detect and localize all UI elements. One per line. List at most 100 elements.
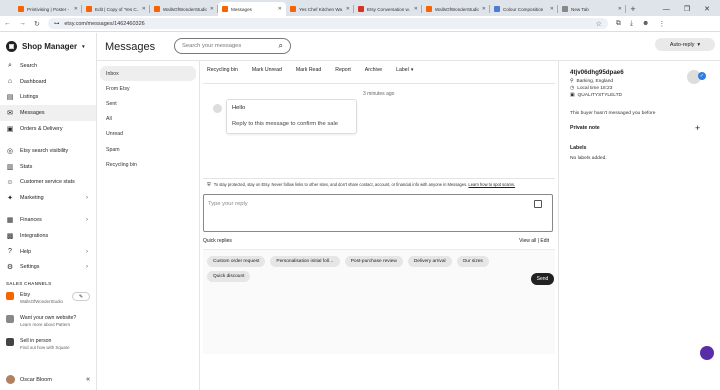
tab-close-icon[interactable]: ✕ [618, 6, 622, 12]
folder-recycling-bin[interactable]: Recycling bin [100, 157, 196, 172]
archive-button[interactable]: Archive [365, 67, 382, 73]
edit-pencil-icon[interactable]: ✎ [72, 292, 90, 302]
address-bar[interactable]: ⊶ etsy.com/messages/1462460326 ☆ [47, 18, 608, 29]
tab-close-icon[interactable]: ✕ [210, 6, 214, 12]
folder-spam[interactable]: Spam [100, 142, 196, 157]
settings-icon: ⚙ [6, 264, 14, 272]
sales-channels-label: SALES CHANNELS [6, 281, 52, 287]
sales-channel-item[interactable]: Want your own website? Learn more about P… [0, 312, 96, 330]
sidebar-item-integrations[interactable]: ▩ Integrations [0, 228, 96, 244]
folder-all[interactable]: All [100, 112, 196, 127]
back-icon[interactable]: ← [4, 20, 11, 27]
mark-read-button[interactable]: Mark Read [296, 67, 321, 73]
brand-label: Shop Manager [22, 42, 78, 51]
shop-manager-header[interactable]: ▣ Shop Manager ▾ [0, 33, 96, 58]
reply-textarea[interactable]: Type your reply [203, 194, 553, 232]
sidebar-item-etsy-search-visibility[interactable]: ◎ Etsy search visibility [0, 143, 96, 159]
site-info-icon[interactable]: ⊶ [54, 21, 60, 27]
channel-subtitle: WallsOfWonderStudio [20, 298, 63, 304]
view-all-edit-link[interactable]: View all | Edit [519, 238, 549, 244]
folder-from-etsy[interactable]: From Etsy [100, 81, 196, 96]
add-private-note-icon[interactable]: + [695, 123, 700, 133]
chevron-right-icon: › [86, 248, 88, 255]
shop-name-text[interactable]: QUALITYSTYLELTD [578, 92, 622, 99]
collapse-sidebar-icon[interactable]: « [86, 376, 90, 383]
browser-menu-icon[interactable]: ⋮ [658, 20, 665, 28]
tab-favicon-icon [290, 6, 296, 12]
sidebar-item-settings[interactable]: ⚙ Settings › [0, 260, 96, 276]
browser-tab[interactable]: WallsOfWonderStudio ✕ [422, 2, 490, 16]
downloads-icon[interactable]: ⤓ [630, 20, 633, 28]
search-input[interactable]: Search your messages ⌕ [174, 38, 291, 54]
url-text: etsy.com/messages/1462460326 [64, 20, 145, 27]
sidebar-item-messages[interactable]: ✉ Messages [0, 105, 96, 122]
report-button[interactable]: Report [335, 67, 351, 73]
close-window-icon[interactable]: ✕ [704, 5, 710, 13]
browser-tab[interactable]: Colour Composition ✕ [490, 2, 558, 16]
sidebar-item-stats[interactable]: ▥ Stats [0, 159, 96, 175]
tab-close-icon[interactable]: ✕ [278, 6, 282, 12]
minimize-icon[interactable]: — [663, 6, 670, 13]
quick-reply-list: Custom order request Personalisation init… [207, 256, 497, 282]
browser-tab[interactable]: Printivising | Poster - ✕ [14, 2, 82, 16]
restore-icon[interactable]: ❐ [684, 5, 690, 13]
sidebar-item-customer-service-stats[interactable]: ☺ Customer service stats [0, 175, 96, 191]
tab-close-icon[interactable]: ✕ [142, 6, 146, 12]
folder-sent[interactable]: Sent [100, 96, 196, 111]
sidebar-item-search[interactable]: ⌕ Search [0, 58, 96, 74]
bookmark-star-icon[interactable]: ☆ [596, 20, 602, 28]
send-button[interactable]: Send [531, 273, 554, 285]
quick-reply-chip[interactable]: Custom order request [207, 256, 266, 267]
quick-reply-chip[interactable]: Quick discount [207, 271, 251, 282]
sidebar-item-dashboard[interactable]: ⌂ Dashboard [0, 74, 96, 90]
quick-reply-chip[interactable]: Delivery arrival [407, 256, 452, 267]
sidebar-item-orders-delivery[interactable]: ▣ Orders & Delivery [0, 121, 96, 137]
profile-icon[interactable]: ☻ [642, 20, 649, 28]
browser-tab[interactable]: New Tab ✕ [558, 2, 626, 16]
sender-avatar [213, 104, 222, 113]
sidebar-item-label: Settings [20, 264, 40, 271]
tab-favicon-icon [358, 6, 364, 12]
quick-reply-chip[interactable]: Our sizes [456, 256, 489, 267]
auto-reply-button[interactable]: Auto-reply ▾ [655, 38, 715, 51]
chat-assistant-bubble-icon[interactable] [700, 346, 714, 360]
tab-close-icon[interactable]: ✕ [74, 6, 78, 12]
sales-channel-item[interactable]: Sell in person Find out how with Square [0, 335, 96, 353]
chevron-right-icon: › [86, 217, 88, 224]
mark-unread-button[interactable]: Mark Unread [252, 67, 282, 73]
chevron-down-icon: ▾ [697, 41, 701, 48]
tab-label: Yes Chef Kitchen Wa… [299, 6, 343, 12]
browser-tab[interactable]: WallsOfWonderStudio ✕ [150, 2, 218, 16]
sidebar-item-marketing[interactable]: ✦ Marketing › [0, 190, 96, 206]
tab-close-icon[interactable]: ✕ [550, 6, 554, 12]
tab-close-icon[interactable]: ✕ [346, 6, 350, 12]
sidebar-item-help[interactable]: ? Help › [0, 244, 96, 260]
quick-reply-chip[interactable]: Post-purchase review [344, 256, 403, 267]
browser-tab[interactable]: Messages ✕ [218, 2, 286, 16]
folder-unread[interactable]: Unread [100, 127, 196, 142]
tab-close-icon[interactable]: ✕ [414, 6, 418, 12]
search-icon[interactable]: ⌕ [279, 41, 283, 51]
local-time-text: Local time 18:23 [577, 86, 613, 91]
browser-tab[interactable]: Yes Chef Kitchen Wa… ✕ [286, 2, 354, 16]
forward-icon[interactable]: → [19, 20, 26, 27]
recycling-bin-button[interactable]: Recycling bin [207, 67, 238, 73]
channel-subtitle: Learn more about Pattern [20, 321, 71, 327]
browser-tab[interactable]: Etsy Conversation w… ✕ [354, 2, 422, 16]
sidebar-item-listings[interactable]: ▤ Listings [0, 90, 96, 106]
chevron-down-icon: ▾ [82, 43, 85, 50]
tab-close-icon[interactable]: ✕ [482, 6, 486, 12]
label-button[interactable]: Label [396, 67, 409, 73]
folder-inbox[interactable]: Inbox [100, 66, 196, 82]
sidebar-item-finances[interactable]: ▦ Finances › [0, 212, 96, 228]
user-menu[interactable]: Oscar Bloom « [6, 375, 90, 384]
extensions-icon[interactable]: ⧉ [616, 20, 621, 28]
reload-icon[interactable]: ↻ [34, 20, 40, 28]
scam-help-link[interactable]: Learn how to spot scams. [468, 182, 515, 187]
quick-reply-chip[interactable]: Personalisation initial foll… [270, 256, 340, 267]
shield-icon: ⛨ [207, 182, 211, 188]
sales-channel-item[interactable]: Etsy WallsOfWonderStudio ✎ [0, 289, 96, 307]
new-tab-button[interactable]: + [626, 2, 640, 16]
image-attach-icon[interactable] [534, 200, 542, 208]
browser-tab[interactable]: Edit | Copy of 'Yes C… ✕ [82, 2, 150, 16]
